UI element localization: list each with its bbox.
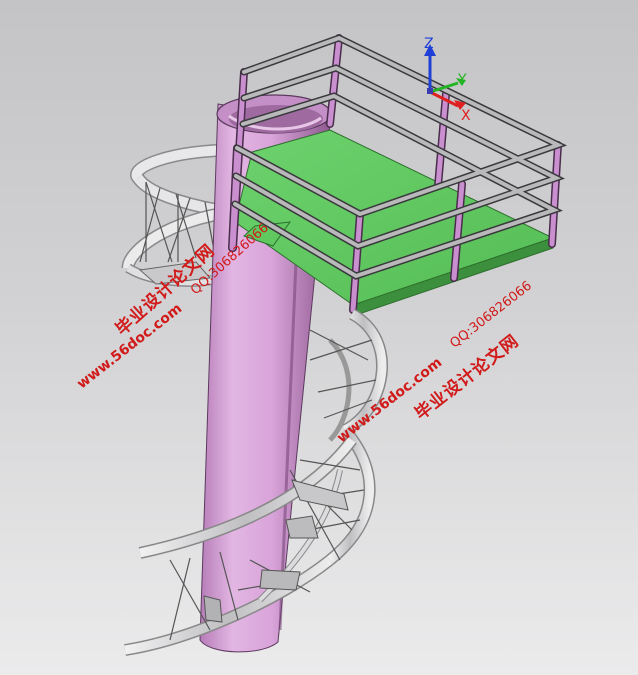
x-axis-label: X bbox=[461, 108, 471, 124]
y-axis-label: Y bbox=[457, 72, 467, 88]
cad-3d-viewport[interactable]: Z Y X 毕业设计论文网 www.56doc.com QQ:306826066… bbox=[0, 0, 638, 675]
spiral-stair-platform-model[interactable]: Z Y X bbox=[0, 0, 638, 675]
z-axis-label: Z bbox=[424, 36, 434, 52]
